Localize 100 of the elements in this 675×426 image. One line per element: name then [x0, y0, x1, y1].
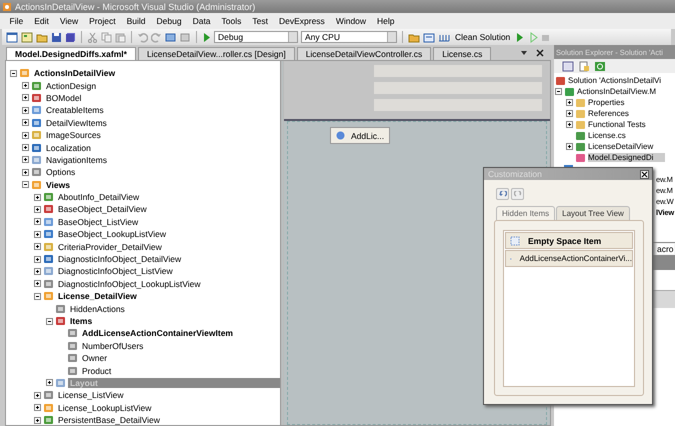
expander-icon[interactable] [34, 292, 41, 300]
tree-item[interactable]: CriteriaProvider_DetailView [56, 242, 164, 252]
configuration-dropdown[interactable]: Debug [214, 31, 298, 43]
solution-item[interactable]: ActionsInDetailView.M [577, 87, 656, 96]
menu-item[interactable]: DevExpress [273, 16, 330, 26]
tree-item[interactable]: Owner [80, 353, 110, 364]
document-tab[interactable]: LicenseDetailView...roller.cs [Design] [138, 47, 295, 60]
expander-icon[interactable] [22, 94, 29, 102]
tree-item[interactable]: License_ListView [56, 390, 126, 400]
menu-item[interactable]: Build [121, 16, 152, 26]
tree-item[interactable]: DetailViewItems [44, 118, 109, 128]
menu-item[interactable]: Edit [28, 16, 54, 26]
solution-item[interactable]: Solution 'ActionsInDetailVi [568, 76, 661, 85]
expander-icon[interactable] [46, 379, 53, 386]
expander-icon[interactable] [22, 156, 29, 164]
tree-item[interactable]: HiddenActions [68, 304, 127, 314]
tab[interactable]: Layout Tree View [556, 206, 630, 220]
expander-icon[interactable] [34, 194, 41, 201]
solution-item[interactable]: LicenseDetailView [588, 142, 654, 151]
expander-icon[interactable] [22, 144, 29, 152]
properties-icon[interactable] [562, 60, 574, 72]
tree-item[interactable]: DiagnosticInfoObject_ListView [56, 266, 175, 276]
build-icon[interactable] [423, 32, 435, 42]
tree-item[interactable]: NavigationItems [44, 154, 109, 165]
tree-item[interactable]: Views [44, 180, 72, 190]
menu-item[interactable]: Test [246, 16, 274, 26]
solution-item[interactable]: Model.DesignedDi [588, 153, 666, 162]
tree-item[interactable]: PersistentBase_DetailView [56, 415, 162, 425]
document-tab[interactable]: License.cs [433, 47, 492, 60]
tree-item[interactable]: Product [80, 366, 114, 376]
tree-item[interactable]: ImageSources [44, 130, 103, 140]
tree-item[interactable]: ActionDesign [44, 80, 98, 91]
solution-item[interactable]: Functional Tests [588, 120, 646, 129]
tree-item[interactable]: License_DetailView [56, 291, 139, 302]
window-icon[interactable] [6, 32, 18, 42]
menu-item[interactable]: Project [84, 16, 122, 26]
list-item[interactable]: AddLicenseActionContainerVi... [505, 250, 633, 267]
menu-item[interactable]: File [4, 16, 29, 26]
folder-icon[interactable] [408, 32, 420, 42]
expander-icon[interactable] [34, 243, 41, 250]
save-icon[interactable] [51, 32, 62, 42]
tree-item[interactable]: Items [68, 316, 94, 326]
tree-item[interactable]: DiagnosticInfoObject_DetailView [56, 254, 184, 264]
tree-item[interactable]: AddLicenseActionContainerViewItem [80, 328, 235, 338]
expander-icon[interactable] [46, 318, 53, 324]
expander-icon[interactable] [34, 230, 41, 238]
expander-icon[interactable] [555, 88, 562, 95]
expander-icon[interactable] [34, 404, 41, 412]
document-tab[interactable]: Model.DesignedDiffs.xafml* [6, 47, 136, 60]
tree-item[interactable]: BOModel [44, 92, 84, 103]
close-icon[interactable] [536, 49, 544, 57]
expander-icon[interactable] [22, 119, 29, 126]
close-icon[interactable] [640, 170, 649, 178]
expander-icon[interactable] [34, 206, 41, 213]
action-button[interactable]: AddLic... [330, 127, 390, 144]
expander-icon[interactable] [566, 143, 573, 150]
play-icon[interactable] [202, 32, 211, 42]
tree-item[interactable]: License_LookupListView [56, 402, 154, 413]
tree-item[interactable]: BaseObject_LookupListView [56, 229, 168, 240]
refresh-icon[interactable] [594, 60, 606, 72]
expander-icon[interactable] [34, 218, 41, 226]
window-stack-icon[interactable] [180, 32, 191, 42]
expander-icon[interactable] [22, 82, 29, 90]
menu-item[interactable]: View [54, 16, 84, 26]
expander-icon[interactable] [22, 181, 29, 188]
solution-item[interactable]: Properties [588, 98, 624, 107]
dropdown-icon[interactable] [520, 49, 528, 57]
tree-item[interactable]: DiagnosticInfoObject_LookupListView [56, 278, 203, 289]
folder-icon[interactable] [36, 32, 48, 42]
tree-item[interactable]: CreatableItems [44, 105, 106, 116]
tree-item[interactable]: Localization [44, 142, 93, 153]
tree-item[interactable]: BaseObject_ListView [56, 216, 140, 227]
tree-item[interactable]: AboutInfo_DetailView [56, 192, 142, 202]
navigate-icon[interactable] [165, 32, 177, 42]
menu-item[interactable]: Window [330, 16, 372, 26]
solution-item[interactable]: License.cs [588, 131, 626, 140]
expander-icon[interactable] [34, 280, 41, 288]
cut-icon[interactable] [87, 32, 98, 42]
list-item[interactable]: Empty Space Item [505, 232, 633, 249]
tree-item[interactable]: BaseObject_DetailView [56, 204, 149, 214]
expander-icon[interactable] [22, 106, 29, 114]
tab[interactable]: Hidden Items [496, 206, 556, 220]
expander-icon[interactable] [22, 132, 29, 139]
solution-item[interactable]: References [588, 109, 629, 118]
expander-icon[interactable] [34, 416, 41, 424]
expander-icon[interactable] [566, 121, 573, 128]
tree-item[interactable]: ActionsInDetailView [32, 68, 118, 78]
tree-item[interactable]: Options [44, 167, 78, 178]
grid-icon[interactable] [21, 32, 33, 42]
save-all-icon[interactable] [65, 32, 76, 42]
undo-button[interactable] [496, 188, 509, 200]
expander-icon[interactable] [10, 70, 17, 77]
play-icon[interactable] [515, 32, 524, 42]
expander-icon[interactable] [22, 168, 29, 176]
menu-item[interactable]: Data [187, 16, 216, 26]
expander-icon[interactable] [566, 99, 573, 106]
expander-icon[interactable] [34, 256, 41, 263]
menu-item[interactable]: Help [372, 16, 400, 26]
panel-tab[interactable]: acro [657, 244, 674, 254]
menu-item[interactable]: Tools [216, 16, 247, 26]
